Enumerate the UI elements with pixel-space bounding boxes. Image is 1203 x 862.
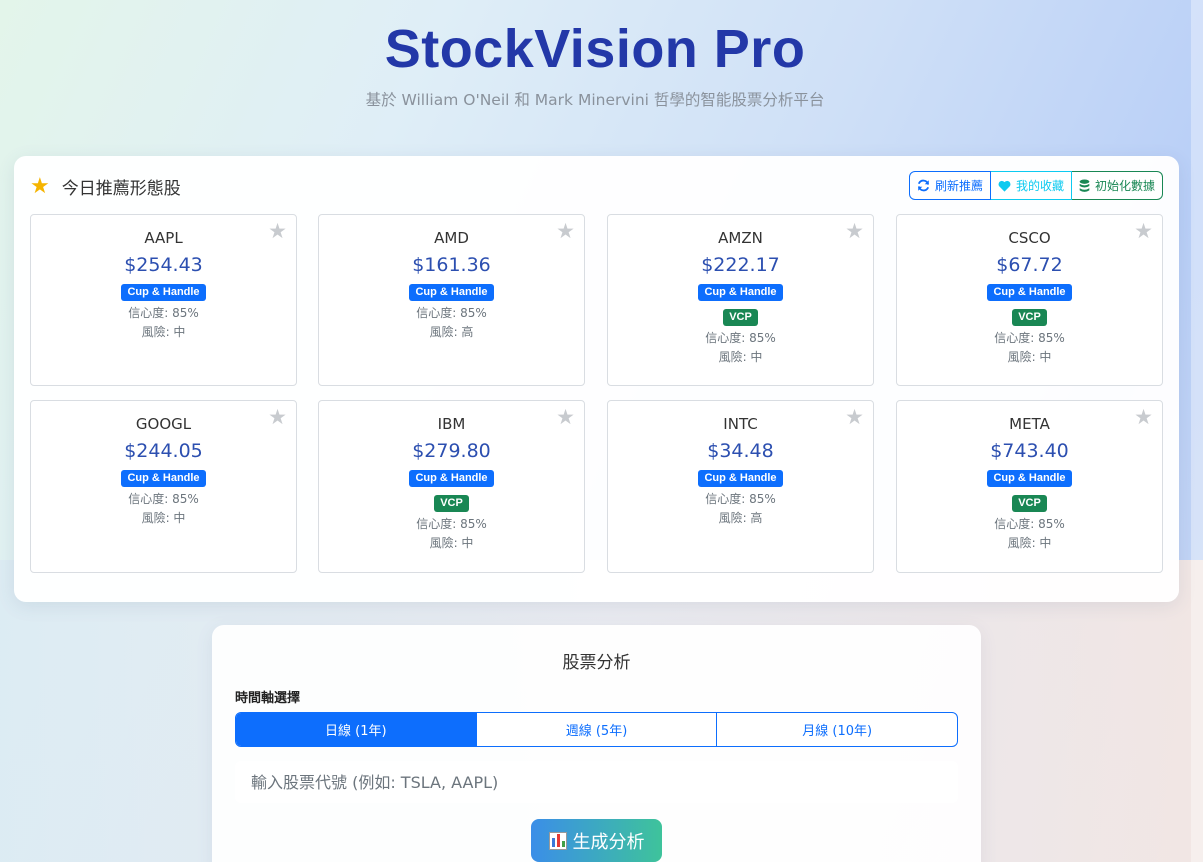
favorites-label: 我的收藏: [1015, 179, 1064, 193]
heart-icon: [998, 180, 1011, 192]
pattern-badges: Cup & Handle: [31, 284, 296, 301]
stock-symbol: AAPL: [144, 229, 183, 247]
pattern-badges: Cup & Handle VCP: [897, 284, 1162, 326]
confidence-text: 信心度: 85%: [994, 331, 1065, 345]
pattern-badges: Cup & Handle: [608, 470, 873, 487]
vcp-badge: VCP: [434, 495, 469, 512]
stock-symbol: AMZN: [718, 229, 763, 247]
confidence-text: 信心度: 85%: [128, 306, 199, 320]
confidence-text: 信心度: 85%: [416, 306, 487, 320]
cup-handle-badge: Cup & Handle: [987, 284, 1072, 301]
recommendation-title: 今日推薦形態股: [61, 179, 181, 199]
stock-symbol: AMD: [434, 229, 469, 247]
cup-handle-badge: Cup & Handle: [409, 470, 494, 487]
refresh-label: 刷新推薦: [934, 179, 983, 193]
vcp-badge: VCP: [1012, 495, 1047, 512]
favorite-star-icon[interactable]: ★: [268, 405, 287, 429]
stock-symbol: INTC: [723, 415, 758, 433]
favorite-star-icon[interactable]: ★: [1134, 405, 1153, 429]
analysis-panel: 股票分析 時間軸選擇 日線 (1年) 週線 (5年) 月線 (10年) 生成分析: [212, 625, 981, 862]
stock-card[interactable]: ★ META $743.40 Cup & Handle VCP 信心度: 85% 風險: 中: [896, 400, 1163, 573]
page-header: StockVision Pro 基於 William O'Neil 和 Mark…: [0, 16, 1190, 110]
stock-card[interactable]: ★ AMD $161.36 Cup & Handle 信心度: 85% 風險: 高: [318, 214, 585, 386]
recommendation-panel: ★ 今日推薦形態股 刷新推薦 我的收藏 初始化數據 ★ AAPL $254.43 Cu…: [14, 156, 1179, 602]
stock-card[interactable]: ★ INTC $34.48 Cup & Handle 信心度: 85% 風險: 高: [607, 400, 874, 573]
risk-text: 風險: 中: [429, 536, 474, 550]
confidence-text: 信心度: 85%: [994, 517, 1065, 531]
risk-text: 風險: 中: [718, 350, 763, 364]
refresh-icon: [918, 179, 929, 192]
cup-handle-badge: Cup & Handle: [698, 470, 783, 487]
refresh-button[interactable]: 刷新推薦: [908, 171, 991, 200]
stock-symbol: META: [1009, 415, 1050, 433]
confidence-text: 信心度: 85%: [128, 492, 199, 506]
timeframe-weekly-button[interactable]: 週線 (5年): [477, 713, 718, 746]
scrollbar-track[interactable]: [1191, 0, 1203, 862]
bar-chart-icon: [548, 831, 567, 850]
favorite-star-icon[interactable]: ★: [556, 219, 575, 243]
favorite-star-icon[interactable]: ★: [845, 219, 864, 243]
stock-price: $67.72: [996, 254, 1063, 276]
stock-card[interactable]: ★ IBM $279.80 Cup & Handle VCP 信心度: 85% 風險: 中: [318, 400, 585, 573]
cup-handle-badge: Cup & Handle: [121, 284, 206, 301]
stock-card[interactable]: ★ GOOGL $244.05 Cup & Handle 信心度: 85% 風險: 中: [30, 400, 297, 573]
app-subtitle: 基於 William O'Neil 和 Mark Minervini 哲學的智能…: [365, 91, 825, 109]
risk-text: 風險: 中: [141, 325, 186, 339]
stock-symbol: IBM: [437, 415, 466, 433]
star-icon: ★: [30, 173, 50, 199]
risk-text: 風險: 中: [1007, 350, 1052, 364]
stock-card[interactable]: ★ CSCO $67.72 Cup & Handle VCP 信心度: 85% 風險: 中: [896, 214, 1163, 386]
app-title: StockVision Pro: [384, 19, 806, 79]
stock-price: $161.36: [412, 254, 491, 276]
database-icon: [1079, 178, 1090, 192]
vcp-badge: VCP: [1012, 309, 1047, 326]
risk-text: 風險: 中: [1007, 536, 1052, 550]
stock-symbol: GOOGL: [135, 415, 192, 433]
favorite-star-icon[interactable]: ★: [268, 219, 287, 243]
vcp-badge: VCP: [723, 309, 758, 326]
risk-text: 風險: 高: [429, 325, 474, 339]
stock-symbol: CSCO: [1008, 229, 1051, 247]
stock-price: $279.80: [412, 440, 491, 462]
favorites-button[interactable]: 我的收藏: [990, 171, 1072, 200]
confidence-text: 信心度: 85%: [705, 492, 776, 506]
favorite-star-icon[interactable]: ★: [1134, 219, 1153, 243]
cup-handle-badge: Cup & Handle: [409, 284, 494, 301]
timeframe-monthly-button[interactable]: 月線 (10年): [717, 713, 957, 746]
stock-card-grid: ★ AAPL $254.43 Cup & Handle 信心度: 85% 風險: 中 ★ AM…: [30, 214, 1163, 573]
stock-price: $244.05: [124, 440, 203, 462]
risk-text: 風險: 高: [718, 511, 763, 525]
favorite-star-icon[interactable]: ★: [845, 405, 864, 429]
stock-price: $254.43: [124, 254, 203, 276]
cup-handle-badge: Cup & Handle: [698, 284, 783, 301]
pattern-badges: Cup & Handle: [31, 470, 296, 487]
timeframe-daily-button[interactable]: 日線 (1年): [236, 713, 477, 746]
cup-handle-badge: Cup & Handle: [121, 470, 206, 487]
recommendation-header: ★ 今日推薦形態股: [30, 174, 181, 199]
pattern-badges: Cup & Handle: [319, 284, 584, 301]
pattern-badges: Cup & Handle VCP: [897, 470, 1162, 512]
risk-text: 風險: 中: [141, 511, 186, 525]
confidence-text: 信心度: 85%: [416, 517, 487, 531]
init-data-button[interactable]: 初始化數據: [1071, 171, 1163, 200]
confidence-text: 信心度: 85%: [705, 331, 776, 345]
generate-analysis-button[interactable]: 生成分析: [531, 819, 662, 862]
analysis-title: 股票分析: [562, 653, 631, 673]
timeframe-label: 時間軸選擇: [235, 690, 301, 705]
pattern-badges: Cup & Handle VCP: [608, 284, 873, 326]
favorite-star-icon[interactable]: ★: [556, 405, 575, 429]
timeframe-selector: 日線 (1年) 週線 (5年) 月線 (10年): [235, 712, 958, 747]
stock-price: $743.40: [990, 440, 1069, 462]
stock-symbol-input[interactable]: [235, 761, 958, 803]
stock-card[interactable]: ★ AAPL $254.43 Cup & Handle 信心度: 85% 風險: 中: [30, 214, 297, 386]
cup-handle-badge: Cup & Handle: [987, 470, 1072, 487]
stock-price: $34.48: [707, 440, 774, 462]
generate-label: 生成分析: [572, 831, 645, 853]
pattern-badges: Cup & Handle VCP: [319, 470, 584, 512]
init-data-label: 初始化數據: [1094, 179, 1155, 193]
recommendation-actions: 刷新推薦 我的收藏 初始化數據: [908, 171, 1163, 200]
stock-card[interactable]: ★ AMZN $222.17 Cup & Handle VCP 信心度: 85% 風險: 中: [607, 214, 874, 386]
stock-price: $222.17: [701, 254, 780, 276]
